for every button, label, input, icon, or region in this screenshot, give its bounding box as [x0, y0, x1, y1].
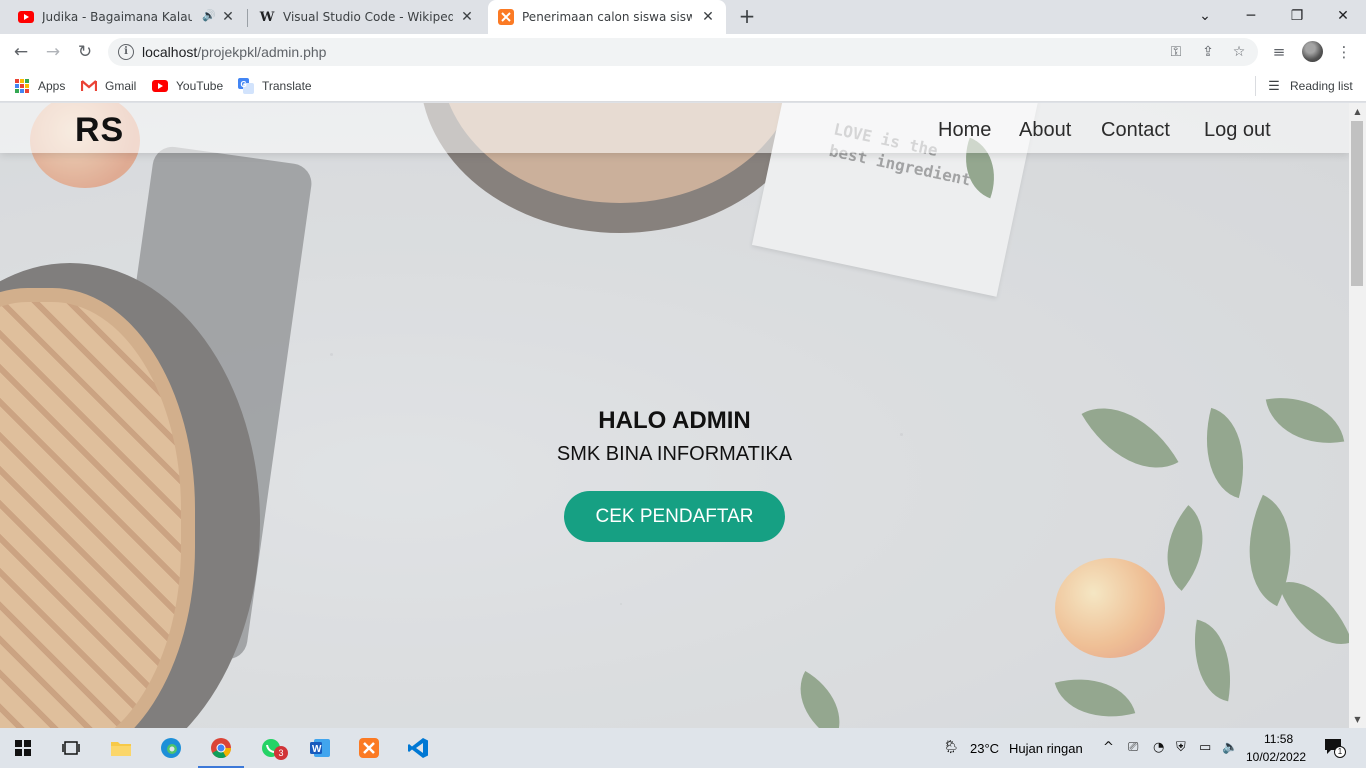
xampp-icon[interactable] [346, 728, 392, 768]
meet-now-icon[interactable]: ⎚ [1128, 740, 1138, 755]
close-tab-icon[interactable]: ✕ [700, 9, 716, 25]
nav-contact[interactable]: Contact [1101, 119, 1170, 142]
new-tab-button[interactable]: + [736, 6, 758, 28]
svg-text:G: G [241, 80, 247, 89]
bookmark-label: Apps [38, 79, 66, 93]
close-tab-icon[interactable]: ✕ [220, 9, 236, 25]
youtube-icon [18, 9, 34, 25]
url-path: /projekpkl/admin.php [197, 44, 327, 60]
forward-icon[interactable]: → [40, 40, 66, 64]
vscode-icon[interactable] [395, 728, 441, 768]
edge-icon[interactable] [148, 728, 194, 768]
bookmark-gmail[interactable]: Gmail [81, 77, 136, 95]
tab-search-icon[interactable]: ⌄ [1182, 0, 1228, 32]
site-info-icon[interactable]: i [118, 44, 134, 60]
bookmark-label: Translate [262, 79, 312, 93]
page-viewport: LOVE is the best ingredient RS Home Abou… [0, 103, 1349, 728]
close-tab-icon[interactable]: ✕ [459, 9, 475, 25]
wikipedia-icon: W [259, 9, 275, 25]
weather-desc[interactable]: Hujan ringan [1009, 741, 1083, 756]
gmail-icon [81, 78, 97, 94]
windows-taskbar: 3 W 🌦 23°C Hujan ringan ^ ⎚ ◔ ⛨ ▭ 🔈 11:5… [0, 728, 1366, 768]
bookmark-apps[interactable]: Apps [14, 77, 65, 95]
scroll-down-icon[interactable]: ▼ [1349, 711, 1366, 728]
weather-icon[interactable]: 🌦 [943, 740, 960, 755]
menu-icon[interactable]: ⋮ [1333, 42, 1355, 62]
media-control-icon[interactable]: ≡ [1268, 42, 1290, 62]
whatsapp-icon[interactable]: 3 [248, 728, 294, 768]
address-bar[interactable]: i localhost/projekpkl/admin.php ⚿ ⇪ ☆ [108, 38, 1258, 66]
reading-list-icon: ☰ [1268, 78, 1280, 93]
tab-youtube[interactable]: Judika - Bagaimana Kalau Aku 🔊 ✕ [8, 0, 246, 34]
share-icon[interactable]: ⇪ [1199, 44, 1217, 60]
hero-subtitle: SMK BINA INFORMATIKA [556, 443, 793, 465]
weather-temp[interactable]: 23°C [970, 741, 999, 756]
bookmarks-bar: Apps Gmail YouTube G Translate ☰ Reading… [0, 70, 1366, 102]
clock-time[interactable]: 11:58 [1264, 732, 1293, 746]
word-icon[interactable]: W [297, 728, 343, 768]
key-icon[interactable]: ⚿ [1167, 44, 1185, 60]
youtube-icon [152, 78, 168, 94]
whatsapp-badge: 3 [274, 746, 288, 760]
bookmark-translate[interactable]: G Translate [238, 77, 312, 95]
clock-date[interactable]: 10/02/2022 [1246, 750, 1306, 764]
hero-title: HALO ADMIN [598, 407, 751, 434]
task-view-icon[interactable] [48, 728, 94, 768]
speaker-icon[interactable]: 🔊 [202, 9, 216, 22]
divider [1255, 76, 1256, 96]
apps-grid-icon [14, 78, 30, 94]
file-explorer-icon[interactable] [98, 728, 144, 768]
nav-logout[interactable]: Log out [1204, 119, 1271, 142]
tab-title: Judika - Bagaimana Kalau Aku [42, 10, 192, 24]
chrome-icon[interactable] [198, 728, 244, 768]
url-text[interactable]: localhost/projekpkl/admin.php [142, 44, 326, 60]
reading-list-button[interactable]: ☰ Reading list [1266, 77, 1353, 95]
tab-strip: Judika - Bagaimana Kalau Aku 🔊 ✕ W Visua… [0, 0, 1366, 34]
notification-icon[interactable]: 1 [1324, 738, 1346, 760]
bookmark-star-icon[interactable]: ☆ [1230, 44, 1248, 60]
xampp-icon [498, 9, 514, 25]
page-scrollbar[interactable]: ▲ ▼ [1349, 103, 1366, 728]
volume-icon[interactable]: 🔈 [1222, 740, 1238, 755]
cek-pendaftar-button[interactable]: CEK PENDAFTAR [564, 491, 785, 542]
windows-start-icon[interactable] [0, 728, 46, 768]
wifi-icon[interactable]: ◔ [1153, 740, 1164, 755]
url-host: localhost [142, 44, 198, 60]
reload-icon[interactable]: ↻ [72, 40, 98, 64]
site-navbar: RS Home About Contact Log out [0, 103, 1349, 153]
tab-title: Visual Studio Code - Wikipedia b [283, 10, 453, 24]
restore-icon[interactable]: ❐ [1274, 0, 1320, 32]
bookmark-label: Gmail [105, 79, 137, 93]
browser-toolbar: ← → ↻ i localhost/projekpkl/admin.php ⚿ … [0, 34, 1366, 70]
bookmark-youtube[interactable]: YouTube [152, 77, 223, 95]
scroll-up-icon[interactable]: ▲ [1349, 103, 1366, 120]
minimize-icon[interactable]: ─ [1228, 0, 1274, 32]
reading-list-label: Reading list [1290, 79, 1353, 93]
profile-avatar[interactable] [1302, 41, 1323, 62]
antivirus-icon[interactable]: ⛨ [1176, 740, 1186, 755]
battery-icon[interactable]: ▭ [1199, 740, 1211, 755]
notification-count: 1 [1334, 746, 1346, 758]
nav-about[interactable]: About [1019, 119, 1071, 142]
tab-separator [247, 9, 248, 27]
site-logo[interactable]: RS [75, 111, 124, 150]
google-translate-icon: G [238, 78, 254, 94]
close-window-icon[interactable]: ✕ [1320, 0, 1366, 32]
tab-title: Penerimaan calon siswa siswi [522, 10, 692, 24]
scrollbar-thumb[interactable] [1351, 121, 1363, 286]
tab-wikipedia[interactable]: W Visual Studio Code - Wikipedia b ✕ [249, 0, 485, 34]
chevron-up-icon[interactable]: ^ [1103, 740, 1114, 755]
bookmark-label: YouTube [176, 79, 224, 93]
back-icon[interactable]: ← [8, 40, 34, 64]
svg-text:W: W [312, 744, 322, 755]
nav-home[interactable]: Home [938, 119, 991, 142]
tab-active-penerimaan[interactable]: Penerimaan calon siswa siswi ✕ [488, 0, 726, 34]
